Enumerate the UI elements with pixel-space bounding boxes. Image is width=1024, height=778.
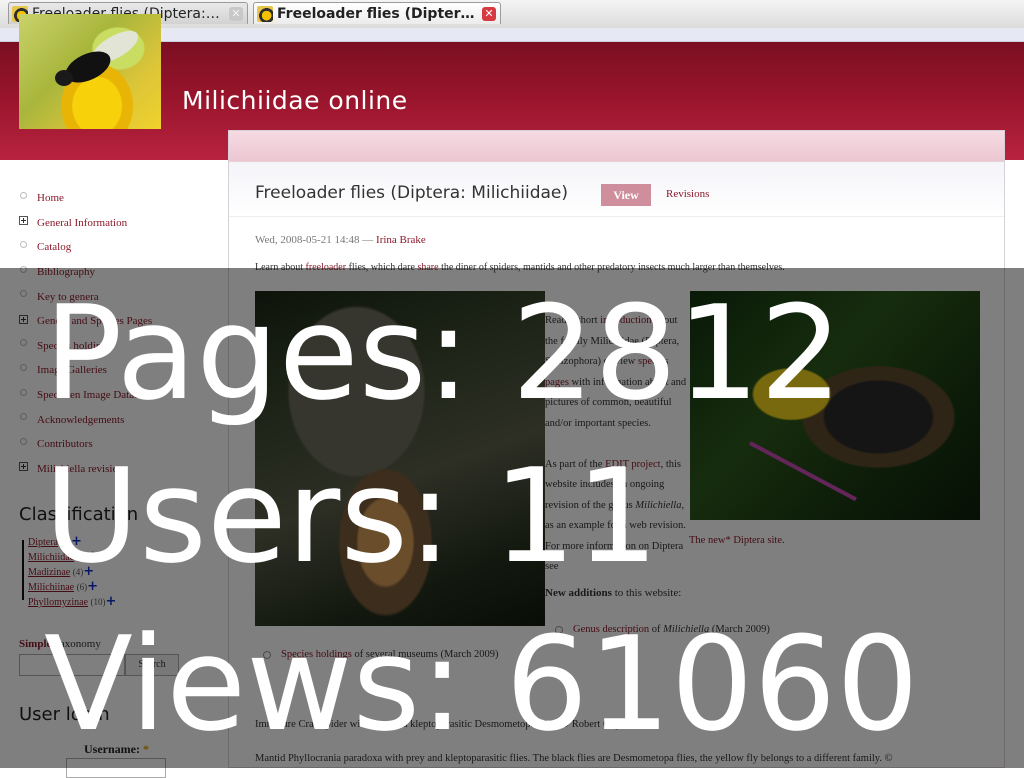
sidebar-item-label[interactable]: Catalog [37, 241, 71, 253]
close-tab-icon[interactable]: ✕ [229, 6, 243, 21]
browser-tab-2-label: Freeloader flies (Diptera... [277, 5, 476, 22]
content-top-band [229, 131, 1004, 162]
tab-view[interactable]: View [601, 184, 651, 206]
sidebar-item-catalog[interactable]: Catalog [19, 235, 154, 260]
browser-tab-2[interactable]: Freeloader flies (Diptera... ✕ [253, 2, 501, 24]
tab-revisions[interactable]: Revisions [666, 188, 709, 200]
stats-overlay: Pages: 2812 Users: 11 Views: 61060 [0, 268, 1024, 768]
stat-pages: Pages: 2812 [44, 277, 843, 429]
sidebar-item-label[interactable]: Home [37, 192, 64, 204]
sidebar-item-general-information[interactable]: General Information [19, 211, 154, 236]
site-name[interactable]: Milichiidae online [182, 86, 408, 115]
stat-users: Users: 11 [44, 440, 659, 592]
bullet-icon [20, 191, 27, 199]
submitted-date: Wed, 2008-05-21 14:48 [255, 234, 360, 246]
submitted-separator: — [359, 234, 377, 246]
favicon-icon [257, 5, 273, 22]
logo-fly-head [55, 70, 73, 86]
bullet-icon [20, 240, 27, 248]
stat-views: Views: 61060 [44, 608, 919, 760]
author-link[interactable]: Irina Brake [376, 234, 426, 246]
page-title: Freeloader flies (Diptera: Milichiidae) [255, 183, 569, 203]
submitted-info: Wed, 2008-05-21 14:48 — Irina Brake [255, 234, 426, 246]
site-logo[interactable] [19, 14, 161, 129]
expand-icon[interactable] [19, 216, 28, 226]
sidebar-item-label[interactable]: General Information [37, 217, 127, 229]
sidebar-item-home[interactable]: Home [19, 186, 154, 211]
close-tab-icon[interactable]: ✕ [482, 6, 496, 21]
